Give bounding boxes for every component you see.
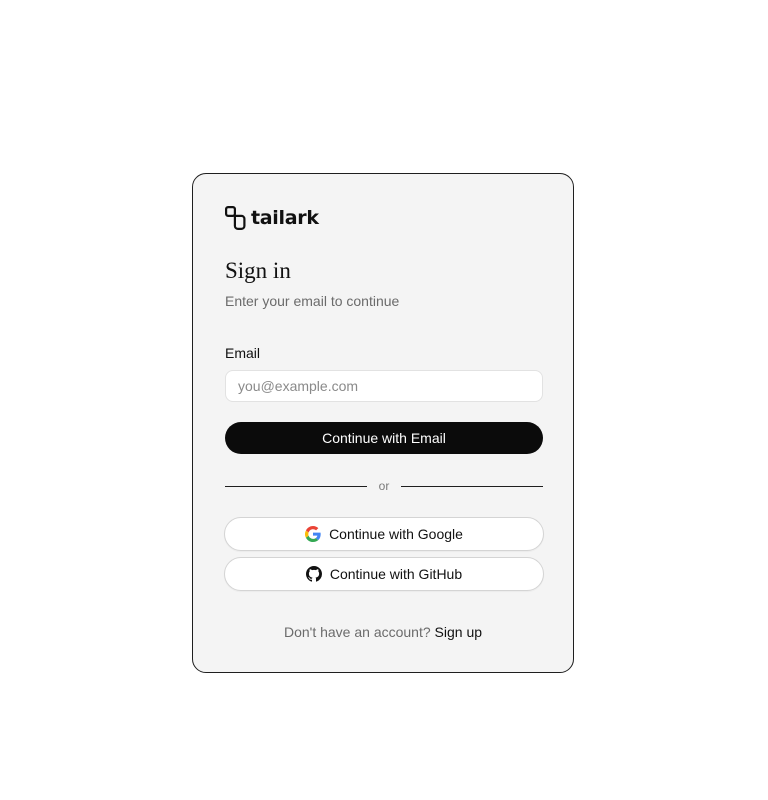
- continue-with-email-button[interactable]: Continue with Email: [225, 422, 543, 454]
- signup-footer: Don't have an account? Sign up: [193, 624, 573, 640]
- divider-line-left: [225, 485, 367, 487]
- or-divider: or: [225, 478, 544, 494]
- continue-with-google-button[interactable]: Continue with Google: [224, 517, 544, 551]
- github-button-label: Continue with GitHub: [329, 566, 463, 582]
- google-button-label: Continue with Google: [329, 526, 463, 542]
- github-icon: [305, 566, 322, 582]
- email-field[interactable]: [225, 370, 543, 402]
- email-label: Email: [225, 345, 261, 361]
- page-subtitle: Enter your email to continue: [225, 293, 400, 309]
- sign-in-card: tailark Sign in Enter your email to cont…: [192, 173, 574, 673]
- continue-with-github-button[interactable]: Continue with GitHub: [224, 557, 544, 591]
- brand-logo[interactable]: tailark: [225, 206, 319, 230]
- signup-prompt: Don't have an account?: [283, 624, 431, 640]
- divider-line-right: [401, 485, 544, 487]
- tailark-logo-icon: [225, 206, 246, 230]
- sign-up-link[interactable]: Sign up: [435, 624, 482, 640]
- divider-text: or: [378, 479, 390, 493]
- page-title: Sign in: [225, 258, 291, 283]
- brand-name: tailark: [251, 207, 319, 229]
- google-icon: [305, 526, 321, 542]
